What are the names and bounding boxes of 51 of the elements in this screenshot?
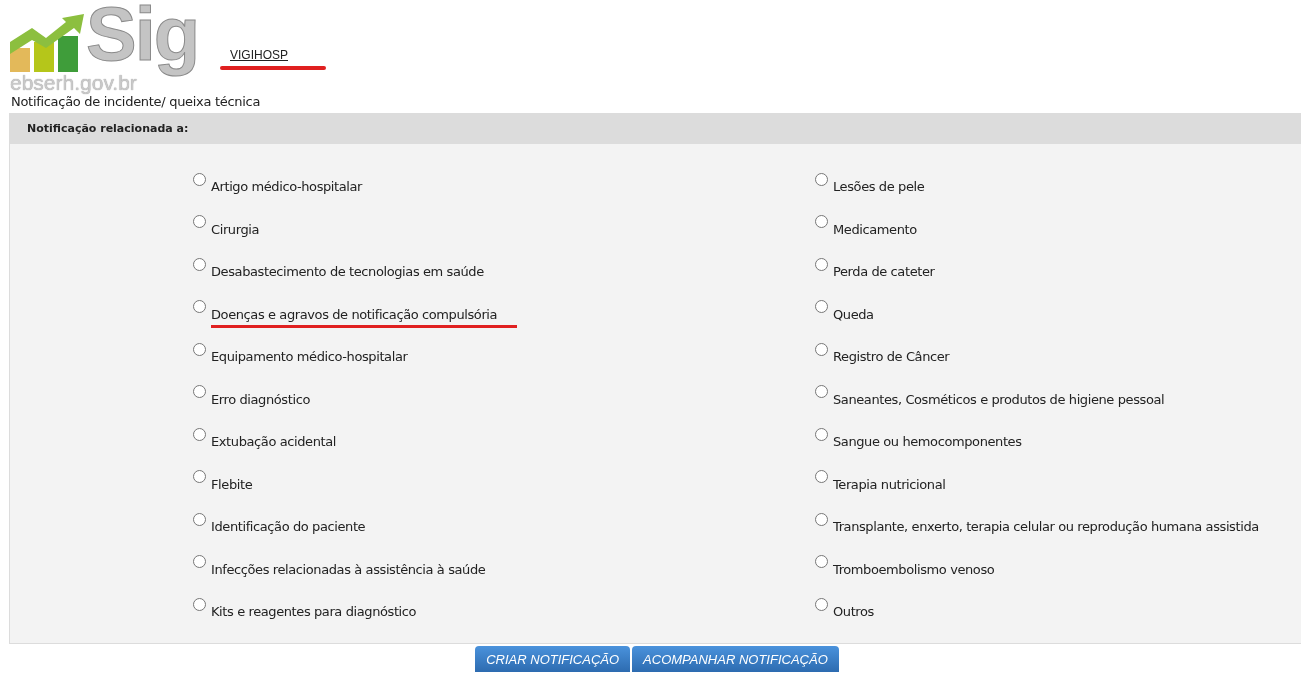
radio-button[interactable] — [193, 597, 206, 611]
radio-button[interactable] — [815, 172, 828, 186]
radio-button[interactable] — [815, 470, 828, 484]
option-label[interactable]: Infecções relacionadas à assistência à saúde — [211, 556, 506, 583]
action-button[interactable]: CRIAR NOTIFICAÇÃO — [475, 646, 631, 672]
option-label[interactable]: Terapia nutricional — [833, 471, 966, 498]
option-label[interactable]: Queda — [833, 301, 894, 328]
panel-heading: Notificação relacionada a: — [10, 114, 1301, 144]
option-label[interactable]: Lesões de pele — [833, 174, 945, 201]
radio-button[interactable] — [193, 300, 206, 314]
radio-button[interactable] — [193, 470, 206, 484]
radio-button[interactable] — [193, 215, 206, 229]
radio-button[interactable] — [193, 172, 206, 186]
option-label[interactable]: Medicamento — [833, 216, 937, 243]
radio-button[interactable] — [815, 385, 828, 399]
radio-button[interactable] — [193, 512, 206, 526]
option-label[interactable]: Erro diagnóstico — [211, 386, 330, 413]
option-label[interactable]: Perda de cateter — [833, 259, 955, 286]
radio-button[interactable] — [815, 512, 828, 526]
option-label[interactable]: Kits e reagentes para diagnóstico — [211, 599, 437, 626]
radio-button[interactable] — [815, 555, 828, 569]
radio-button[interactable] — [815, 427, 828, 441]
option-label[interactable]: Doenças e agravos de notificação compulsória — [211, 301, 518, 328]
option-label[interactable]: Registro de Câncer — [833, 344, 970, 371]
chart-logo-icon — [8, 12, 86, 72]
option-label[interactable]: Equipamento médico-hospitalar — [211, 344, 428, 371]
radio-button[interactable] — [815, 597, 828, 611]
option-label[interactable]: Sangue ou hemocomponentes — [833, 429, 1042, 456]
logo-domain: ebserh.gov.br — [10, 72, 137, 94]
option-label[interactable]: Cirurgia — [211, 216, 280, 243]
option-label[interactable]: Transplante, enxerto, terapia celular ou reprodução humana assistida — [833, 514, 1279, 541]
radio-button[interactable] — [193, 427, 206, 441]
system-link[interactable]: VIGIHOSP — [230, 48, 288, 62]
option-label[interactable]: Extubação acidental — [211, 429, 356, 456]
radio-button[interactable] — [815, 300, 828, 314]
option-label[interactable]: Saneantes, Cosméticos e produtos de higiene pessoal — [833, 386, 1185, 413]
radio-button[interactable] — [193, 342, 206, 356]
option-label[interactable]: Identificação do paciente — [211, 514, 386, 541]
option-label[interactable]: Flebite — [211, 471, 273, 498]
radio-button[interactable] — [193, 257, 206, 271]
option-label[interactable]: Tromboembolismo venoso — [833, 556, 1015, 583]
option-label[interactable]: Desabastecimento de tecnologias em saúde — [211, 259, 504, 286]
option-label[interactable]: Artigo médico-hospitalar — [211, 174, 383, 201]
option-label[interactable]: Outros — [833, 599, 894, 626]
radio-button[interactable] — [815, 342, 828, 356]
page-title: Notificação de incidente/ queixa técnica — [11, 94, 262, 111]
radio-button[interactable] — [193, 555, 206, 569]
radio-button[interactable] — [815, 215, 828, 229]
radio-button[interactable] — [193, 385, 206, 399]
action-button[interactable]: ACOMPANHAR NOTIFICAÇÃO — [632, 646, 839, 672]
radio-button[interactable] — [815, 257, 828, 271]
